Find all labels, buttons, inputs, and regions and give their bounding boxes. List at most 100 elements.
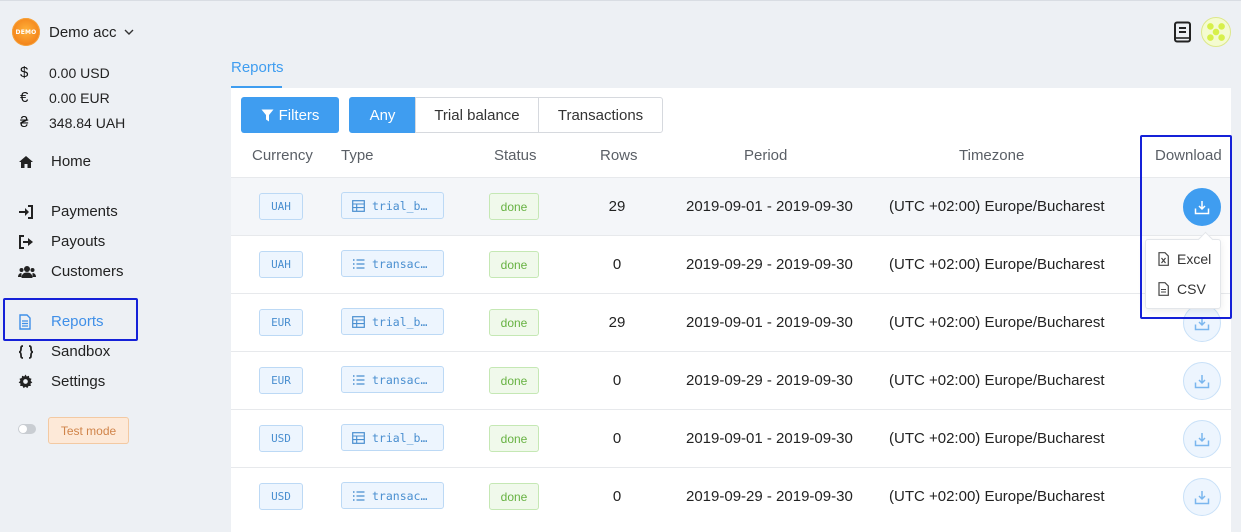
sidebar-item-customers[interactable]: Customers: [18, 263, 124, 280]
book-icon[interactable]: [1173, 21, 1193, 43]
currency-tag: USD: [259, 425, 303, 452]
segment-trial-balance[interactable]: Trial balance: [415, 97, 539, 133]
rows-count: 0: [612, 372, 622, 389]
type-tag[interactable]: transac…: [341, 366, 444, 393]
rows-count: 29: [608, 314, 626, 331]
list-icon: [353, 374, 365, 385]
filter-icon: [261, 109, 274, 121]
table-row: EUR transac… done 0 2019-09-29 - 2019-09-30 (…: [231, 351, 1231, 409]
timezone-value: (UTC +02:00) Europe/Bucharest: [889, 198, 1105, 215]
balance-usd: $ 0.00 USD: [20, 64, 110, 81]
filters-button[interactable]: Filters: [241, 97, 339, 133]
euro-icon: €: [20, 89, 29, 106]
sidebar: DEMO Demo acc $ 0.00 USD € 0.00 EUR ₴ 34…: [0, 0, 230, 532]
table-row: EUR trial_b… done 29 2019-09-01 - 2019-09-30…: [231, 293, 1231, 351]
rows-count: 0: [612, 256, 622, 273]
segment-any[interactable]: Any: [349, 97, 416, 133]
status-badge: done: [489, 367, 539, 394]
sidebar-item-label: Sandbox: [51, 343, 111, 360]
filters-label: Filters: [278, 106, 320, 124]
balance-eur: € 0.00 EUR: [20, 89, 110, 106]
download-icon: [1194, 432, 1210, 446]
tab-reports[interactable]: Reports: [231, 59, 284, 76]
balance-value: 348.84 UAH: [49, 114, 126, 131]
account-switcher[interactable]: DEMO Demo acc: [12, 18, 135, 46]
column-header-status: Status: [494, 147, 537, 164]
period-value: 2019-09-01 - 2019-09-30: [686, 314, 853, 331]
type-tag[interactable]: trial_b…: [341, 308, 444, 335]
sidebar-item-payments[interactable]: Payments: [18, 203, 118, 220]
dollar-icon: $: [20, 64, 29, 81]
timezone-value: (UTC +02:00) Europe/Bucharest: [889, 256, 1105, 273]
home-icon: [18, 154, 51, 170]
table-row: USD transac… done 0 2019-09-29 - 2019-09-30 (…: [231, 467, 1231, 525]
table-row: UAH trial_b… done 29 2019-09-01 - 2019-09-30…: [231, 177, 1231, 235]
type-tag[interactable]: trial_b…: [341, 192, 444, 219]
period-value: 2019-09-01 - 2019-09-30: [686, 430, 853, 447]
sidebar-item-label: Settings: [51, 373, 106, 390]
avatar[interactable]: [1201, 17, 1231, 47]
table-icon: [352, 315, 365, 328]
hryvnia-icon: ₴: [20, 114, 29, 131]
status-badge: done: [489, 193, 539, 220]
sidebar-item-home[interactable]: Home: [18, 153, 91, 170]
download-icon: [1194, 490, 1210, 504]
reports-highlight-box: [3, 298, 138, 341]
list-icon: [353, 258, 365, 269]
status-badge: done: [489, 425, 539, 452]
sign-in-icon: [18, 204, 51, 220]
braces-icon: [18, 344, 51, 360]
account-name: Demo acc: [49, 23, 117, 41]
table-icon: [352, 199, 365, 212]
currency-tag: UAH: [259, 251, 303, 278]
period-value: 2019-09-29 - 2019-09-30: [686, 372, 853, 389]
type-tag[interactable]: transac…: [341, 250, 444, 277]
type-label: transac…: [372, 372, 428, 387]
type-label: trial_b…: [372, 430, 428, 445]
status-badge: done: [489, 483, 539, 510]
currency-tag: EUR: [259, 309, 303, 336]
column-header-timezone: Timezone: [959, 147, 1025, 164]
sidebar-item-label: Payouts: [51, 233, 106, 250]
sidebar-item-label: Customers: [51, 263, 124, 280]
sidebar-item-sandbox[interactable]: Sandbox: [18, 343, 110, 360]
column-header-rows: Rows: [600, 147, 638, 164]
type-label: transac…: [372, 488, 428, 503]
users-icon: [18, 264, 51, 280]
type-label: trial_b…: [372, 314, 428, 329]
download-highlight-box: [1140, 135, 1232, 319]
download-button[interactable]: [1183, 420, 1221, 458]
table-row: UAH transac… done 0 2019-09-29 - 2019-09-30 (…: [231, 235, 1231, 293]
list-icon: [353, 490, 365, 501]
timezone-value: (UTC +02:00) Europe/Bucharest: [889, 488, 1105, 505]
download-button[interactable]: [1183, 362, 1221, 400]
timezone-value: (UTC +02:00) Europe/Bucharest: [889, 372, 1105, 389]
sidebar-item-label: Payments: [51, 203, 118, 220]
column-header-type: Type: [341, 147, 374, 164]
balance-value: 0.00 USD: [49, 64, 110, 81]
chevron-down-icon: [124, 29, 134, 35]
table-icon: [352, 431, 365, 444]
sidebar-item-label: Home: [51, 153, 92, 170]
timezone-value: (UTC +02:00) Europe/Bucharest: [889, 314, 1105, 331]
column-header-period: Period: [744, 147, 788, 164]
gear-icon: [18, 374, 51, 390]
rows-count: 29: [608, 198, 626, 215]
type-label: trial_b…: [372, 198, 428, 213]
status-badge: done: [489, 309, 539, 336]
balance-uah: ₴ 348.84 UAH: [20, 114, 125, 131]
segment-transactions[interactable]: Transactions: [538, 97, 663, 133]
download-button[interactable]: [1183, 478, 1221, 516]
balance-value: 0.00 EUR: [49, 89, 110, 106]
type-tag[interactable]: transac…: [341, 482, 444, 509]
currency-tag: EUR: [259, 367, 303, 394]
sign-out-icon: [18, 234, 51, 250]
type-tag[interactable]: trial_b…: [341, 424, 444, 451]
test-mode-badge: Test mode: [48, 417, 129, 444]
test-mode-toggle[interactable]: [18, 424, 36, 434]
currency-tag: USD: [259, 483, 303, 510]
sidebar-item-settings[interactable]: Settings: [18, 373, 105, 390]
type-label: transac…: [372, 256, 428, 271]
sidebar-item-payouts[interactable]: Payouts: [18, 233, 105, 250]
period-value: 2019-09-29 - 2019-09-30: [686, 488, 853, 505]
